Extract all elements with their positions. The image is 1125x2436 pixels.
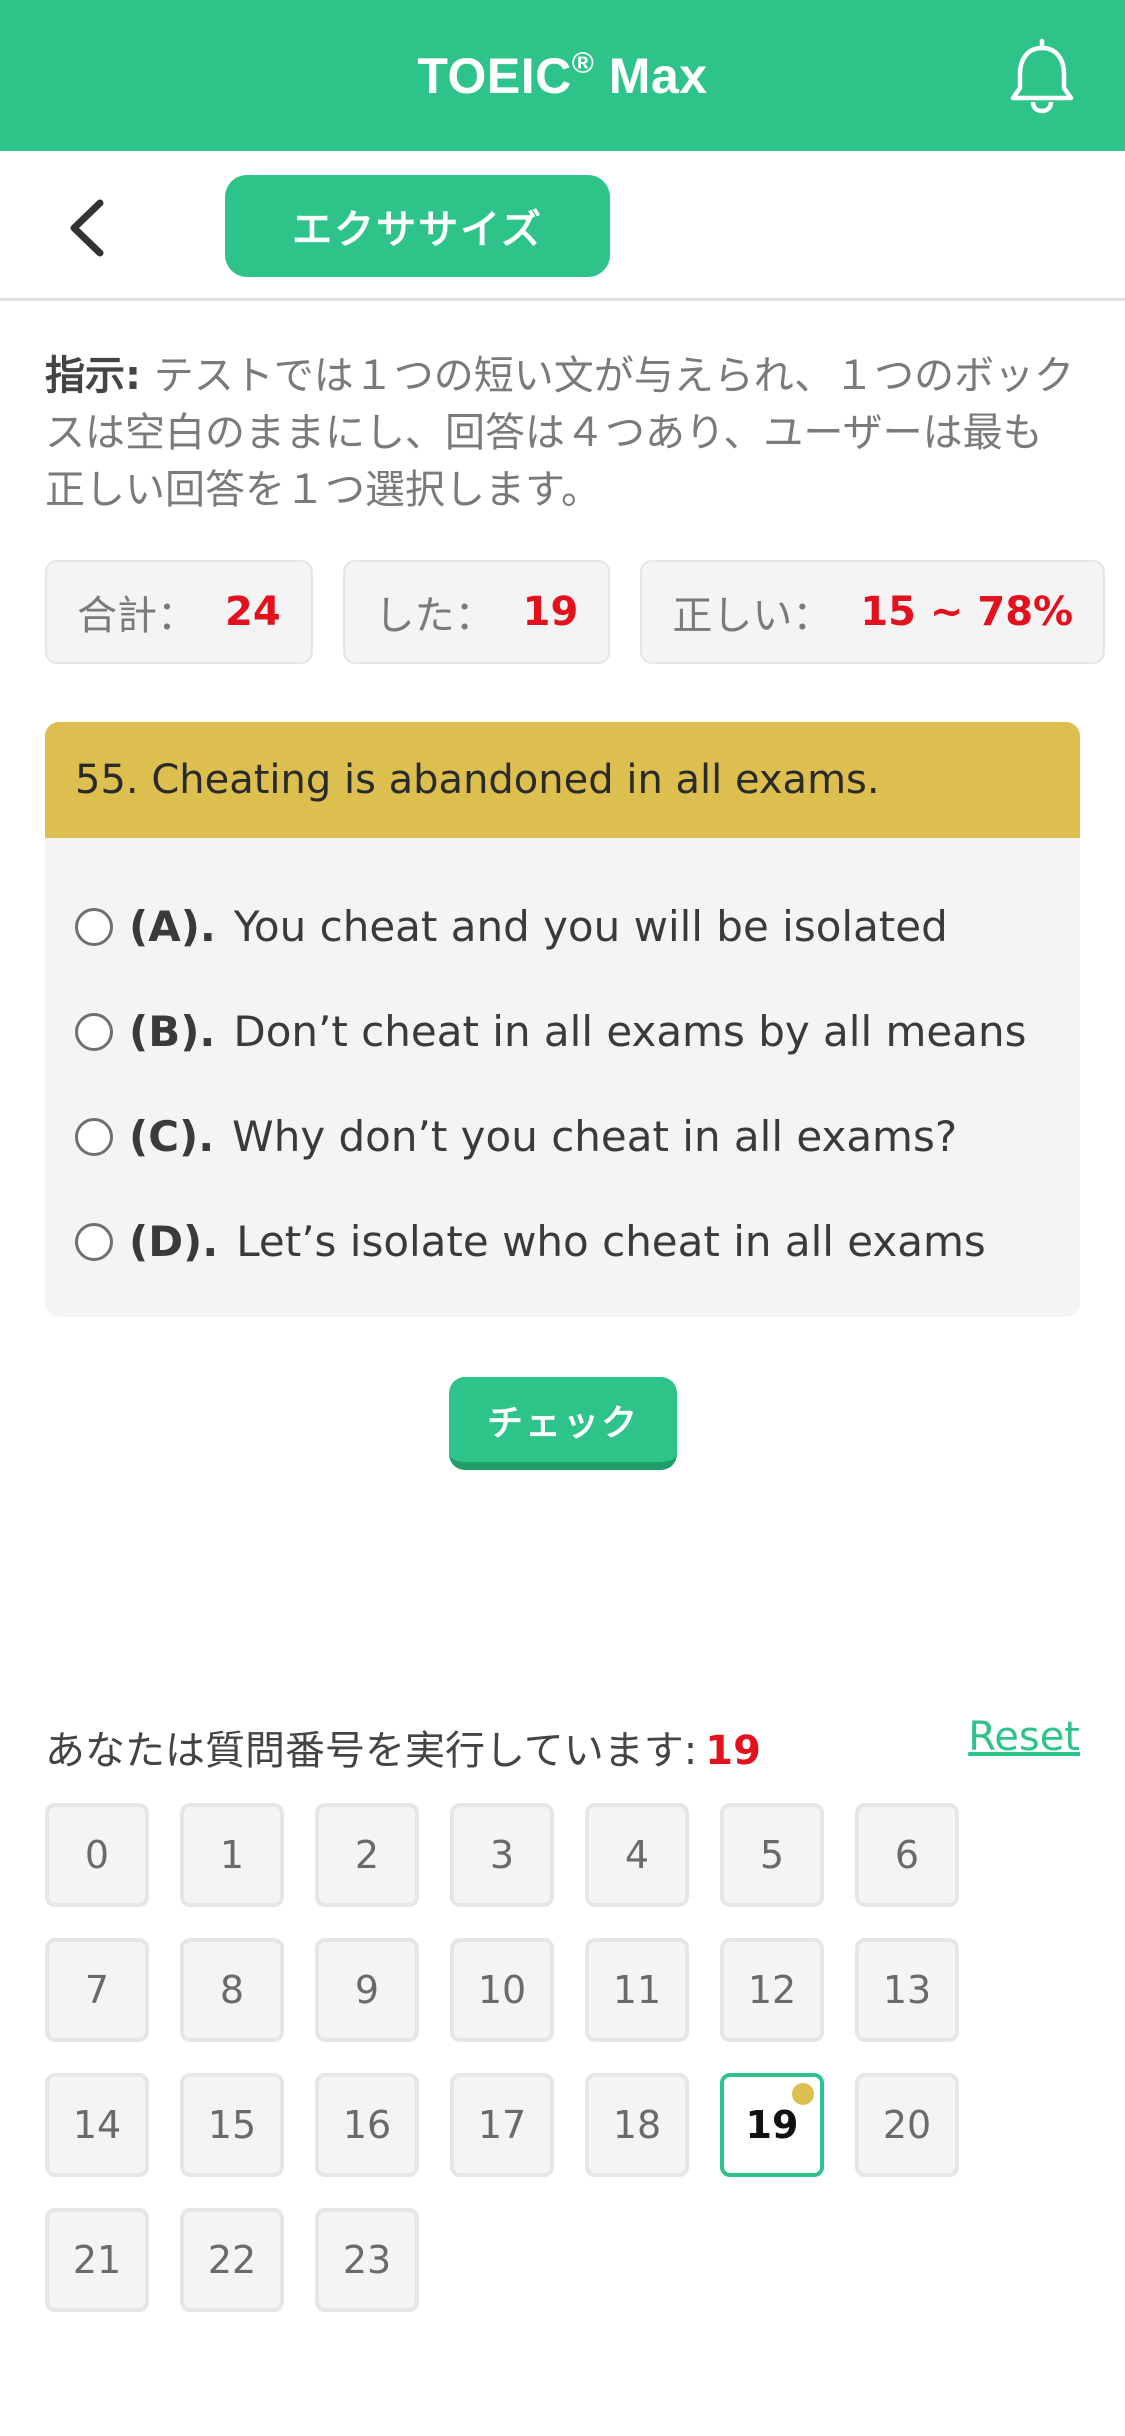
question-number-button[interactable]: 4	[585, 1803, 689, 1907]
stat-correct-value: 15 ~ 78%	[860, 589, 1074, 635]
question-number-label: 19	[745, 2103, 799, 2147]
question-number-button[interactable]: 1	[180, 1803, 284, 1907]
bell-icon[interactable]	[1007, 38, 1077, 114]
question-number-button[interactable]: 5	[720, 1803, 824, 1907]
question-number-button[interactable]: 21	[45, 2208, 149, 2312]
stats-row: 合計： 24 した： 19 正しい： 15 ~ 78%	[45, 560, 1106, 664]
question-number-button[interactable]: 14	[45, 2073, 149, 2177]
question-number-button[interactable]: 22	[180, 2208, 284, 2312]
instructions: 指示: テストでは１つの短い文が与えられ、１つのボックスは空白のままにし、回答は…	[45, 348, 1075, 519]
stat-done-value: 19	[522, 589, 579, 635]
question-number-grid: 0 1 2 3 4 5 6 7 8 9 10 11 12 13 14 15 16…	[45, 1803, 1005, 2312]
question-number-button[interactable]: 18	[585, 2073, 689, 2177]
question-number-button[interactable]: 12	[720, 1938, 824, 2042]
question-number-button[interactable]: 20	[855, 2073, 959, 2177]
reset-link[interactable]: Reset	[968, 1714, 1080, 1760]
stat-total-label: 合計：	[77, 593, 197, 639]
check-button[interactable]: チェック	[449, 1377, 677, 1470]
instructions-label: 指示:	[45, 353, 141, 399]
question-number-button[interactable]: 6	[855, 1803, 959, 1907]
current-question-number: 19	[705, 1728, 761, 1774]
question-number-button[interactable]: 0	[45, 1803, 149, 1907]
option-key: (C).	[129, 1112, 215, 1161]
option-key: (D).	[129, 1217, 219, 1266]
app-title-suffix: Max	[594, 47, 708, 104]
question-number-button[interactable]: 10	[450, 1938, 554, 2042]
registered-mark: ®	[571, 46, 595, 80]
progress-label-text: あなたは質問番号を実行しています:	[45, 1728, 698, 1774]
question-number-button[interactable]: 8	[180, 1938, 284, 2042]
stat-total-value: 24	[225, 589, 281, 635]
question-number-button[interactable]: 9	[315, 1938, 419, 2042]
question-number-button[interactable]: 2	[315, 1803, 419, 1907]
radio-button[interactable]	[75, 1117, 113, 1156]
radio-button[interactable]	[75, 1012, 113, 1051]
option-a[interactable]: (A). You cheat and you will be isolated	[45, 874, 1080, 979]
app-bar: TOEIC® Max	[0, 0, 1125, 151]
back-button[interactable]	[62, 193, 122, 263]
option-key: (A).	[129, 902, 216, 951]
app-title: TOEIC® Max	[417, 47, 707, 105]
question-number-button-current[interactable]: 19	[720, 2073, 824, 2177]
stat-done: した： 19	[342, 560, 611, 664]
chevron-left-icon	[70, 199, 104, 257]
question-number-button[interactable]: 7	[45, 1938, 149, 2042]
question-number-button[interactable]: 11	[585, 1938, 689, 2042]
option-key: (B).	[129, 1007, 216, 1056]
stat-total: 合計： 24	[45, 560, 313, 664]
options-list: (A). You cheat and you will be isolated …	[45, 838, 1080, 1294]
instructions-text: テストでは１つの短い文が与えられ、１つのボックスは空白のままにし、回答は４つあり…	[45, 353, 1075, 513]
radio-button[interactable]	[75, 907, 113, 946]
tab-exercise[interactable]: エクササイズ	[225, 175, 610, 277]
stat-correct-label: 正しい：	[672, 593, 833, 639]
current-indicator-dot	[792, 2083, 814, 2105]
app-title-main: TOEIC	[417, 47, 572, 104]
question-number-button[interactable]: 13	[855, 1938, 959, 2042]
question-number-button[interactable]: 16	[315, 2073, 419, 2177]
question-number-button[interactable]: 23	[315, 2208, 419, 2312]
question-number-button[interactable]: 17	[450, 2073, 554, 2177]
option-d[interactable]: (D). Let’s isolate who cheat in all exam…	[45, 1189, 1080, 1294]
question-number-button[interactable]: 15	[180, 2073, 284, 2177]
radio-button[interactable]	[75, 1222, 113, 1261]
stat-correct: 正しい： 15 ~ 78%	[640, 560, 1106, 664]
option-text: You cheat and you will be isolated	[233, 902, 948, 951]
option-c[interactable]: (C). Why don’t you cheat in all exams?	[45, 1084, 1080, 1189]
progress-label: あなたは質問番号を実行しています: 19	[45, 1718, 761, 1776]
option-text: Why don’t you cheat in all exams?	[232, 1112, 958, 1161]
sub-header: エクササイズ	[0, 151, 1125, 301]
question-card: 55. Cheating is abandoned in all exams. …	[45, 722, 1080, 1317]
option-b[interactable]: (B). Don’t cheat in all exams by all mea…	[45, 979, 1080, 1084]
question-text: 55. Cheating is abandoned in all exams.	[45, 722, 1080, 838]
option-text: Let’s isolate who cheat in all exams	[236, 1217, 986, 1266]
option-text: Don’t cheat in all exams by all means	[233, 1007, 1027, 1056]
question-number-button[interactable]: 3	[450, 1803, 554, 1907]
stat-done-label: した：	[374, 593, 495, 639]
